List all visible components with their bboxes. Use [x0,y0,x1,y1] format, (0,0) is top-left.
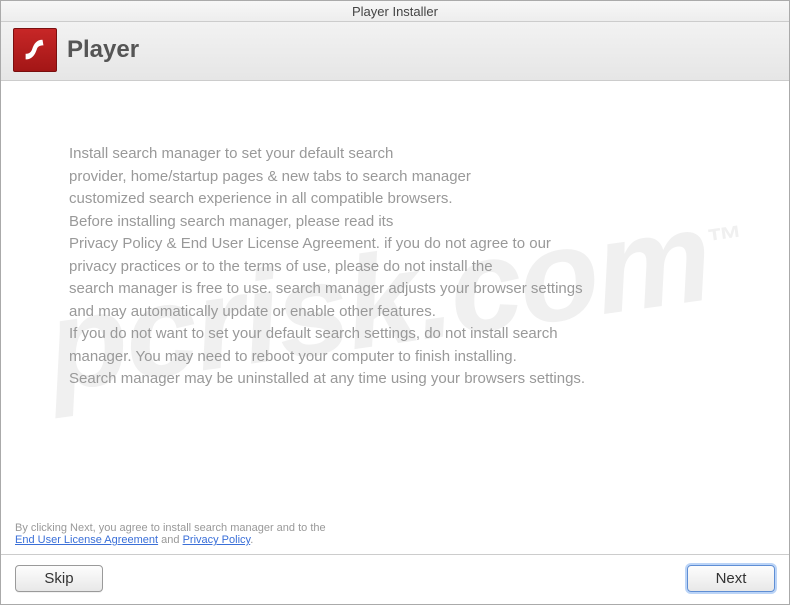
skip-button[interactable]: Skip [15,565,103,592]
privacy-policy-link[interactable]: Privacy Policy [183,534,251,546]
eula-link[interactable]: End User License Agreement [15,534,158,546]
next-button[interactable]: Next [687,565,775,592]
disclaimer-prefix: By clicking Next, you agree to install s… [15,522,326,534]
disclaimer-suffix: . [250,534,253,546]
installer-window: Player Installer Player pcrisk.com™ Inst… [0,0,790,605]
installer-body-text: Install search manager to set your defau… [1,81,789,411]
content-area: pcrisk.com™ Install search manager to se… [1,81,789,515]
disclaimer-and: and [158,534,182,546]
window-titlebar: Player Installer [1,1,789,22]
footer-bar: Skip Next [1,555,789,604]
header-bar: Player [1,22,789,81]
disclaimer-text: By clicking Next, you agree to install s… [1,515,789,554]
header-title: Player [67,36,139,64]
flash-player-icon [13,28,57,72]
window-title: Player Installer [352,4,438,19]
